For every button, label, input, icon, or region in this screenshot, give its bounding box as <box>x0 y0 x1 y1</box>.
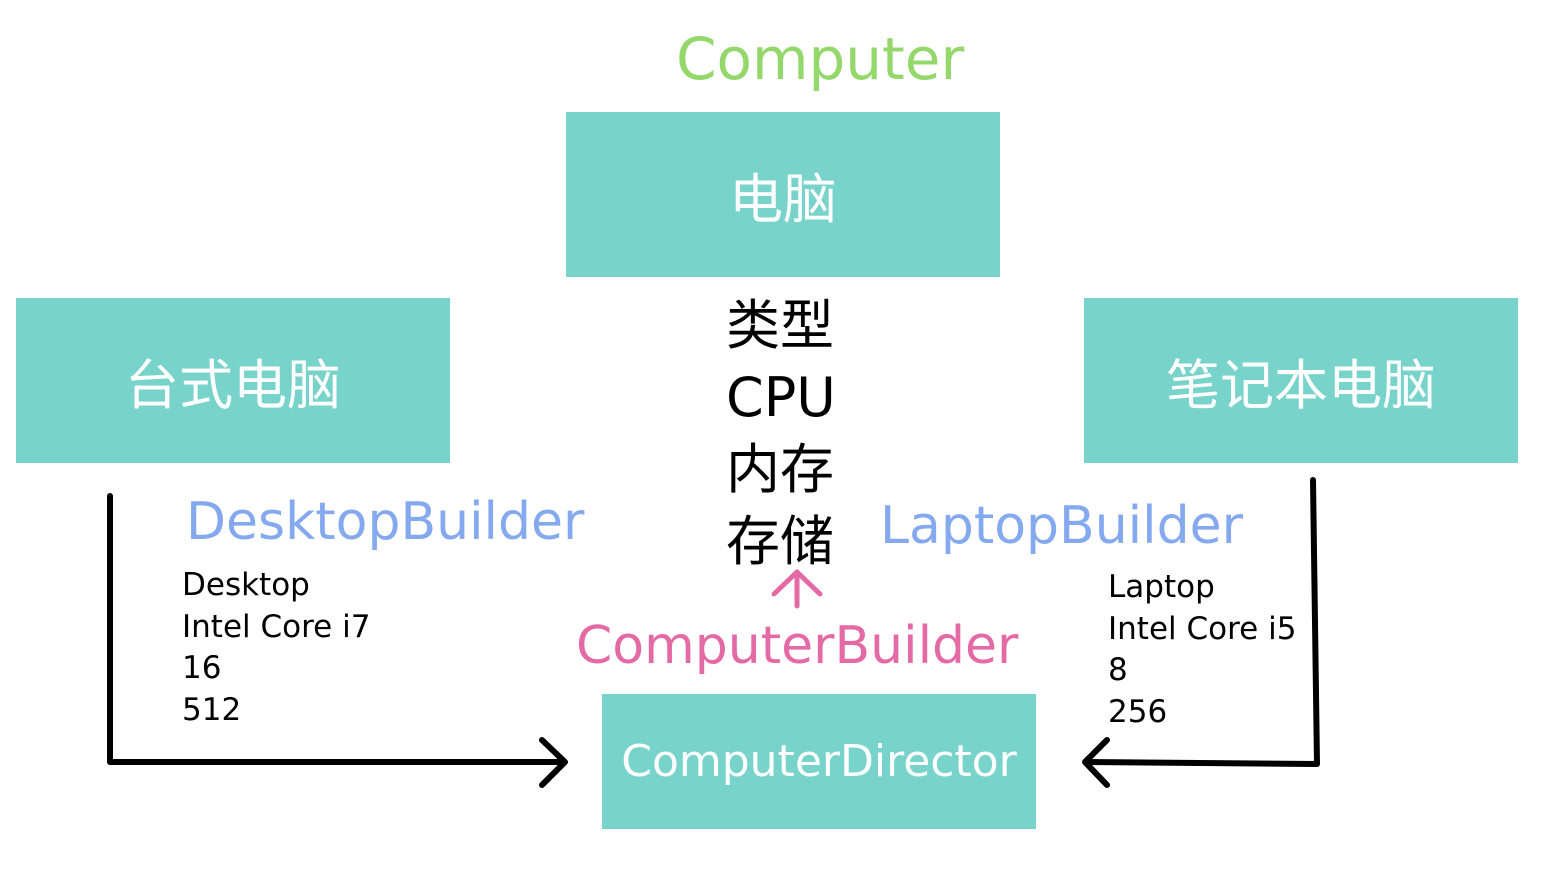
connector-arrows <box>107 477 1320 788</box>
desktop-to-director-arrow <box>107 493 568 788</box>
arrow-up-icon <box>771 569 823 609</box>
laptop-to-director-arrow <box>1082 477 1320 788</box>
builder-pattern-diagram: Computer 电脑 台式电脑 笔记本电脑 类型 CPU 内存 存储 Desk… <box>0 0 1552 872</box>
